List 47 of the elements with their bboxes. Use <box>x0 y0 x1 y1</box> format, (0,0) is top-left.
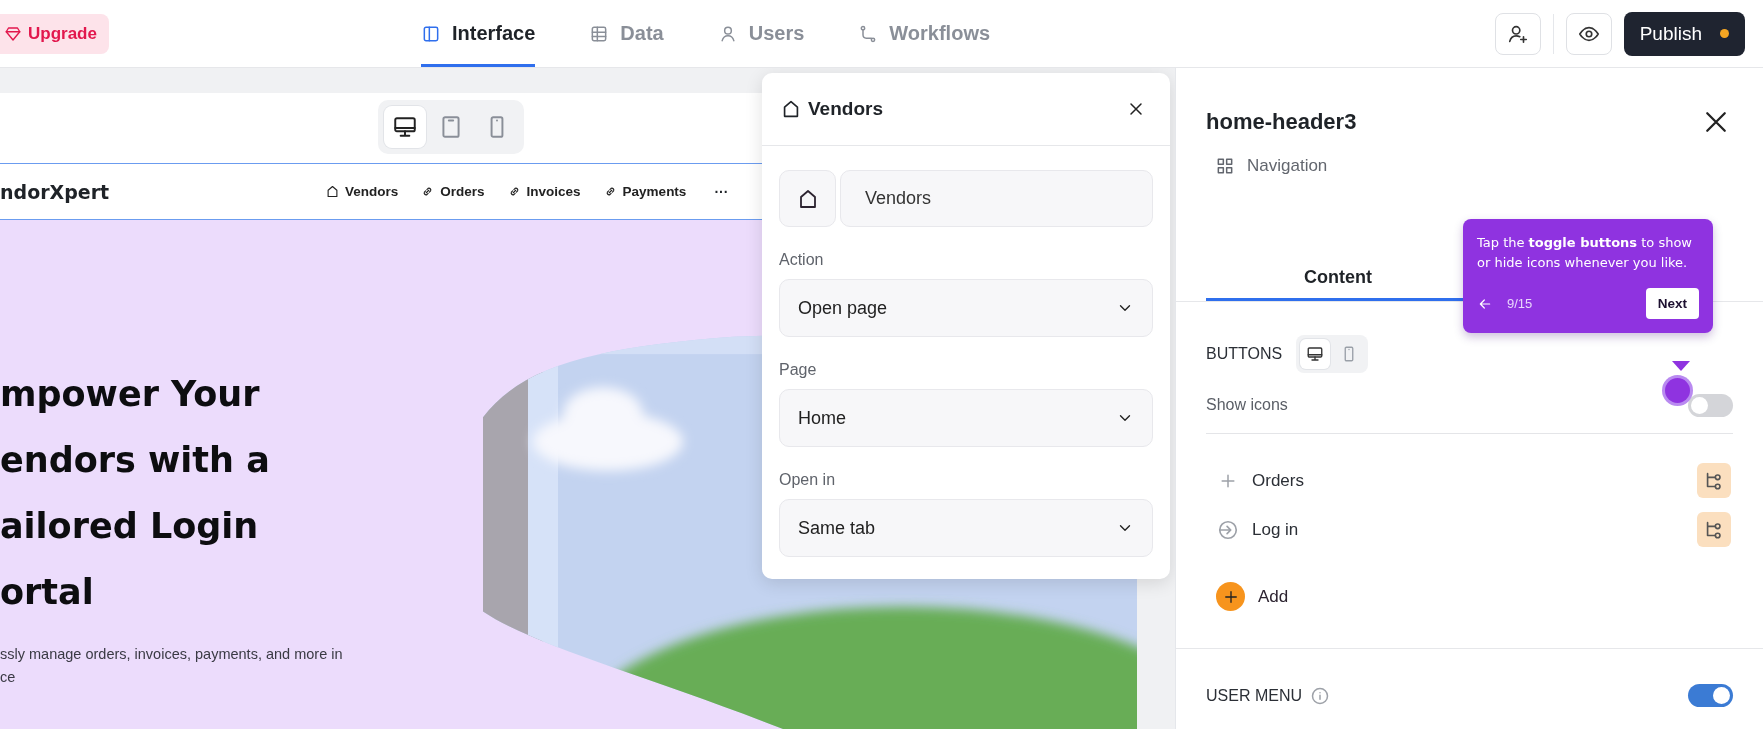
invite-user-button[interactable] <box>1494 12 1541 55</box>
desktop-icon <box>392 114 418 140</box>
info-icon <box>1310 685 1330 706</box>
field-label: Open in <box>779 471 837 489</box>
popup-title: Vendors <box>780 98 883 120</box>
beacon-dot <box>1665 378 1690 403</box>
step-counter: 9/15 <box>1507 296 1533 311</box>
publish-button[interactable]: Publish <box>1623 11 1745 56</box>
button-item-label: Orders <box>1252 470 1304 491</box>
field-label: Page <box>779 361 818 379</box>
toggle-switch[interactable] <box>1688 393 1733 417</box>
site-nav-link[interactable]: Vendors <box>325 184 399 199</box>
hero-heading: mpower Your endors with a ailored Login ortal <box>0 373 271 614</box>
grid-icon <box>1215 156 1235 176</box>
login-icon <box>1217 518 1239 541</box>
preview-button[interactable] <box>1565 12 1612 55</box>
site-nav-link[interactable]: Orders <box>420 184 485 199</box>
workflow-button[interactable] <box>1697 463 1731 498</box>
device-button[interactable] <box>1300 339 1331 369</box>
component-title: home-header3 <box>1206 109 1357 135</box>
component-type: Navigation <box>1247 156 1328 176</box>
add-button[interactable]: Add <box>1216 582 1289 611</box>
site-logo: ndorXpert <box>0 180 111 203</box>
site-nav-link[interactable]: Payments <box>602 184 687 199</box>
hero-subtitle: ssly manage orders, invoices, payments, and more in ce <box>0 645 344 687</box>
upgrade-button[interactable]: Upgrade <box>0 13 109 54</box>
label-input[interactable]: Vendors <box>840 170 1153 227</box>
device-button[interactable] <box>384 106 426 148</box>
section-heading: USER MENU <box>1206 686 1302 705</box>
field-label: Action <box>779 251 825 269</box>
section-heading: BUTTONS <box>1206 345 1283 363</box>
desktop-icon <box>1306 345 1325 363</box>
toggle-switch[interactable] <box>1688 684 1733 707</box>
more-menu[interactable]: ··· <box>714 183 729 200</box>
workflow-button[interactable] <box>1697 512 1731 547</box>
dropdown-select[interactable]: Open page <box>779 279 1153 337</box>
setting-label: Show icons <box>1206 396 1288 414</box>
button-item-label: Log in <box>1252 519 1299 540</box>
dropdown-select[interactable]: Same tab <box>779 499 1153 557</box>
home-icon <box>325 184 340 199</box>
status-dot <box>1720 29 1729 38</box>
gem-icon <box>4 24 22 43</box>
dropdown-select[interactable]: Home <box>779 389 1153 447</box>
site-nav-link[interactable]: Invoices <box>506 184 581 199</box>
next-button[interactable]: Next <box>1645 288 1699 319</box>
tooltip-text: Tap the toggle buttons to show or hide icons whenever you like. <box>1477 234 1693 272</box>
icon-picker-button[interactable] <box>779 170 836 227</box>
